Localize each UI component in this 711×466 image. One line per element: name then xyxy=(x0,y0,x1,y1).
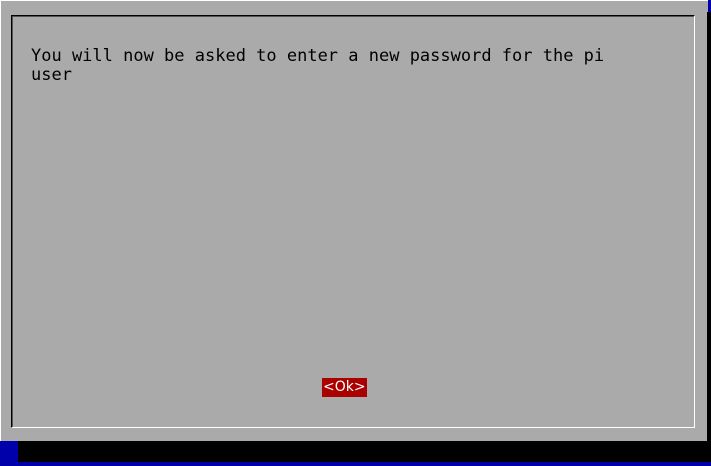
dialog-message: You will now be asked to enter a new pas… xyxy=(31,46,605,85)
dialog-shadow-bottom xyxy=(18,441,711,462)
password-notice-dialog: You will now be asked to enter a new pas… xyxy=(0,0,708,441)
dialog-shadow-right xyxy=(707,12,711,462)
terminal-screen: You will now be asked to enter a new pas… xyxy=(0,0,711,466)
ok-button[interactable]: <Ok> xyxy=(322,378,367,397)
